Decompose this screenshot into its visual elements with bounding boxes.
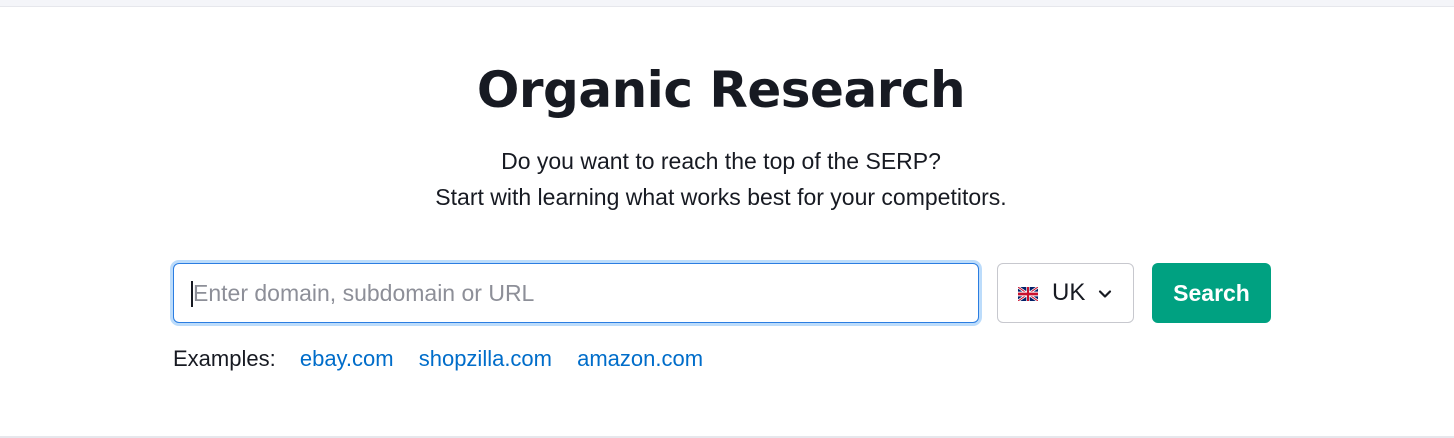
domain-search-field[interactable] (173, 263, 979, 323)
page-title: Organic Research (476, 61, 966, 119)
domain-search-input[interactable] (190, 264, 963, 322)
search-button[interactable]: Search (1152, 263, 1271, 323)
example-link-shopzilla[interactable]: shopzilla.com (419, 346, 552, 371)
text-caret (191, 281, 193, 307)
examples-label: Examples: (173, 346, 276, 371)
country-selected-label: UK (1052, 279, 1086, 306)
page-subtitle-line-2: Start with learning what works best for … (435, 184, 1007, 210)
examples-row: Examples: ebay.com shopzilla.com amazon.… (173, 344, 722, 374)
chevron-down-icon (1098, 290, 1112, 298)
top-divider (0, 0, 1454, 7)
page-subtitle-line-1: Do you want to reach the top of the SERP… (501, 148, 941, 174)
uk-flag-icon (1018, 287, 1038, 301)
organic-research-page: Organic Research Do you want to reach th… (0, 0, 1454, 438)
country-dropdown[interactable]: UK (997, 263, 1134, 323)
example-link-ebay[interactable]: ebay.com (300, 346, 394, 371)
example-link-amazon[interactable]: amazon.com (577, 346, 703, 371)
